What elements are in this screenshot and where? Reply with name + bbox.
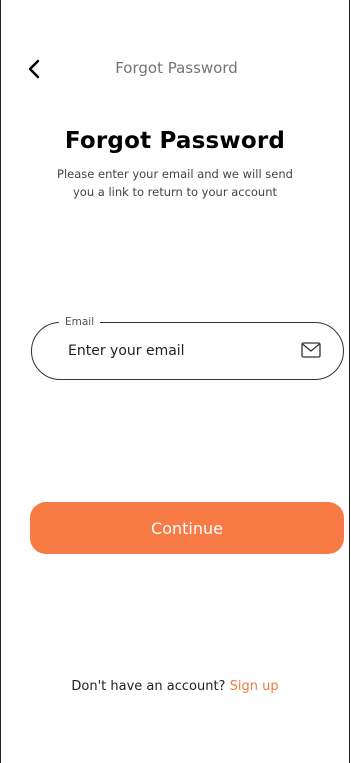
page-subtitle: Please enter your email and we will send… bbox=[57, 167, 293, 199]
app-header: Forgot Password bbox=[1, 55, 351, 85]
email-label: Email bbox=[59, 314, 101, 330]
email-field[interactable]: Email bbox=[31, 314, 344, 380]
email-input[interactable] bbox=[68, 339, 288, 363]
signup-prompt-text: Don't have an account? bbox=[71, 679, 226, 694]
signup-link[interactable]: Sign up bbox=[230, 679, 279, 694]
mail-icon bbox=[301, 342, 321, 358]
phone-screen: Forgot Password Forgot Password Please e… bbox=[0, 0, 350, 763]
header-title: Forgot Password bbox=[115, 59, 238, 77]
signup-prompt: Don't have an account? Sign up bbox=[1, 679, 349, 694]
page-title: Forgot Password bbox=[64, 128, 286, 154]
continue-button[interactable]: Continue bbox=[30, 502, 344, 554]
